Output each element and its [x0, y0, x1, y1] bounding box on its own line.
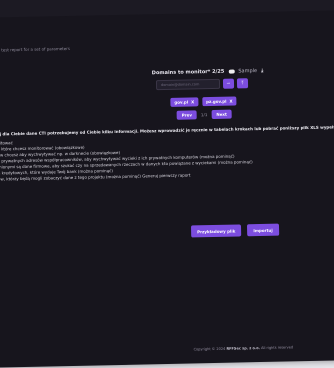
top-bar: [0, 0, 334, 18]
domains-header: Domains to monitor* 2/25 Sample ⤓: [152, 68, 264, 76]
minus-button[interactable]: −: [222, 78, 235, 89]
pagination: Prev 1/1 Next: [176, 109, 232, 120]
footer: Copyright © 2024 RFFSec sp. z o.o. All r…: [194, 345, 294, 351]
chip-remove-icon[interactable]: X: [229, 99, 232, 104]
chip-label: pz.gov.pl: [206, 98, 227, 105]
chip-label: gov.pl: [174, 99, 189, 105]
domain-chip[interactable]: pz.gov.pl X: [202, 96, 237, 107]
sample-label: Sample: [238, 68, 258, 75]
domain-chips: gov.pl X pz.gov.pl X: [170, 96, 237, 107]
domain-input[interactable]: [155, 78, 221, 91]
action-buttons: Przykładowy plik Importuj: [190, 223, 279, 238]
download-icon[interactable]: ⤓: [261, 68, 263, 74]
footer-company: RFFSec sp. z o.o.: [226, 346, 260, 351]
footer-rights: All rights reserved: [261, 345, 294, 351]
app-screen: test report for a set of parameters Doma…: [0, 0, 334, 368]
prev-button[interactable]: Prev: [176, 110, 197, 120]
domains-title: Domains to monitor* 2/25: [151, 68, 225, 77]
upload-button[interactable]: ⤒: [236, 78, 249, 89]
sample-toggle[interactable]: [228, 69, 235, 74]
instructions-text: ej dla Ciebie dane CTI potrzebujemy od C…: [0, 124, 334, 182]
chip-remove-icon[interactable]: X: [191, 99, 194, 104]
domain-input-row: − ⤒: [155, 78, 249, 91]
domain-chip[interactable]: gov.pl X: [170, 97, 199, 107]
sample-file-button[interactable]: Przykładowy plik: [190, 224, 242, 238]
import-button[interactable]: Importuj: [247, 223, 279, 237]
next-button[interactable]: Next: [211, 109, 232, 120]
upload-icon: ⤒: [241, 80, 244, 87]
page-indicator: 1/1: [200, 112, 208, 118]
minus-icon: −: [226, 80, 231, 87]
footer-copyright: Copyright © 2024: [193, 346, 226, 352]
page-subtitle: test report for a set of parameters: [1, 45, 70, 53]
